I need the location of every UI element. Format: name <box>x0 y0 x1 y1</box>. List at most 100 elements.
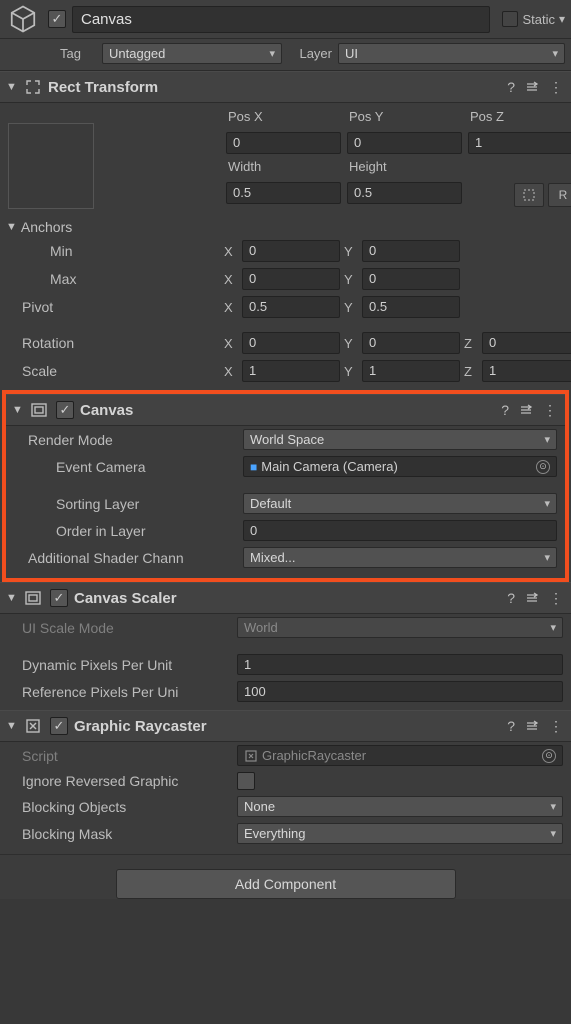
script-label: Script <box>8 748 233 764</box>
foldout-icon: ▼ <box>6 720 18 732</box>
reference-pixels-input[interactable]: 100 <box>237 681 563 702</box>
help-icon[interactable]: ? <box>507 718 515 734</box>
camera-icon: ■ <box>250 460 257 474</box>
script-row: Script GraphicRaycaster ⊙ <box>0 742 571 769</box>
posx-label: Pos X <box>226 109 341 130</box>
layer-dropdown[interactable]: UI▾ <box>338 43 565 64</box>
anchors-heading[interactable]: ▼Anchors <box>0 213 571 237</box>
tag-dropdown[interactable]: Untagged▾ <box>102 43 282 64</box>
preset-icon[interactable] <box>519 403 533 417</box>
additional-shader-row: Additional Shader Chann Mixed...▾ <box>6 544 565 578</box>
scale-x-input[interactable]: 1 <box>242 360 340 382</box>
preset-icon[interactable] <box>525 591 539 605</box>
object-picker-icon[interactable]: ⊙ <box>536 460 550 474</box>
preset-icon[interactable] <box>525 719 539 733</box>
static-dropdown-icon[interactable]: ▾ <box>559 12 565 26</box>
rotation-x-input[interactable]: 0 <box>242 332 340 354</box>
gameobject-enabled-checkbox[interactable] <box>48 10 66 28</box>
ui-scale-mode-label: UI Scale Mode <box>8 620 233 636</box>
scale-y-input[interactable]: 1 <box>362 360 460 382</box>
canvas-component-highlight: ▼ Canvas ? ⋮ Render Mode World Space▾ <box>2 390 569 582</box>
graphic-raycaster-header[interactable]: ▼ Graphic Raycaster ? ⋮ <box>0 710 571 742</box>
ui-scale-mode-row: UI Scale Mode World▾ <box>0 614 571 641</box>
graphic-raycaster-enabled-checkbox[interactable] <box>50 717 68 735</box>
anchor-min-y-input[interactable]: 0 <box>362 240 460 262</box>
rotation-z-input[interactable]: 0 <box>482 332 571 354</box>
pivot-x-input[interactable]: 0.5 <box>242 296 340 318</box>
width-label: Width <box>226 159 341 180</box>
scale-z-input[interactable]: 1 <box>482 360 571 382</box>
render-mode-dropdown[interactable]: World Space▾ <box>243 429 557 450</box>
additional-shader-label: Additional Shader Chann <box>14 550 239 566</box>
dynamic-pixels-row: Dynamic Pixels Per Unit 1 <box>0 651 571 678</box>
sorting-layer-row: Sorting Layer Default▾ <box>6 490 565 517</box>
tag-layer-row: Tag Untagged▾ Layer UI▾ <box>0 39 571 71</box>
rotation-y-input[interactable]: 0 <box>362 332 460 354</box>
static-checkbox[interactable] <box>502 11 518 27</box>
foldout-icon: ▼ <box>12 404 24 416</box>
rect-transform-header[interactable]: ▼ Rect Transform ? ⋮ <box>0 71 571 103</box>
blocking-mask-dropdown[interactable]: Everything▾ <box>237 823 563 844</box>
posz-input[interactable]: 1 <box>468 132 571 154</box>
posy-input[interactable]: 0 <box>347 132 462 154</box>
sorting-layer-dropdown[interactable]: Default▾ <box>243 493 557 514</box>
raw-edit-button[interactable]: R <box>548 183 571 207</box>
blocking-objects-label: Blocking Objects <box>8 799 233 815</box>
canvas-enabled-checkbox[interactable] <box>56 401 74 419</box>
anchors-min-label: Min <box>8 243 220 259</box>
kebab-menu-icon[interactable]: ⋮ <box>543 402 557 419</box>
blocking-mask-row: Blocking Mask Everything▾ <box>0 820 571 854</box>
sorting-layer-label: Sorting Layer <box>14 496 239 512</box>
pivot-y-input[interactable]: 0.5 <box>362 296 460 318</box>
canvas-scaler-header[interactable]: ▼ Canvas Scaler ? ⋮ <box>0 582 571 614</box>
foldout-icon: ▼ <box>6 81 18 93</box>
help-icon[interactable]: ? <box>501 402 509 418</box>
rect-transform-icon <box>24 78 42 96</box>
render-mode-row: Render Mode World Space▾ <box>6 426 565 453</box>
pivot-row: Pivot X 0.5 Y 0.5 <box>0 293 571 321</box>
kebab-menu-icon[interactable]: ⋮ <box>549 718 563 735</box>
canvas-scaler-enabled-checkbox[interactable] <box>50 589 68 607</box>
component-title: Graphic Raycaster <box>74 718 501 735</box>
scale-row: Scale X 1 Y 1 Z 1 <box>0 357 571 390</box>
event-camera-field[interactable]: ■ Main Camera (Camera) ⊙ <box>243 456 557 477</box>
rotation-row: Rotation X 0 Y 0 Z 0 <box>0 329 571 357</box>
ui-scale-mode-dropdown: World▾ <box>237 617 563 638</box>
order-in-layer-row: Order in Layer 0 <box>6 517 565 544</box>
render-mode-label: Render Mode <box>14 432 239 448</box>
reference-pixels-row: Reference Pixels Per Uni 100 <box>0 678 571 710</box>
anchor-min-x-input[interactable]: 0 <box>242 240 340 262</box>
order-in-layer-label: Order in Layer <box>14 523 239 539</box>
canvas-header[interactable]: ▼ Canvas ? ⋮ <box>6 394 565 426</box>
rotation-label: Rotation <box>8 335 220 351</box>
scale-label: Scale <box>8 363 220 379</box>
dynamic-pixels-input[interactable]: 1 <box>237 654 563 675</box>
width-input[interactable]: 0.5 <box>226 182 341 204</box>
pivot-label: Pivot <box>8 299 220 315</box>
blueprint-mode-button[interactable] <box>514 183 544 207</box>
additional-shader-dropdown[interactable]: Mixed...▾ <box>243 547 557 568</box>
height-label: Height <box>347 159 462 180</box>
help-icon[interactable]: ? <box>507 79 515 95</box>
gameobject-name-input[interactable]: Canvas <box>72 6 490 33</box>
blocking-objects-dropdown[interactable]: None▾ <box>237 796 563 817</box>
add-component-button[interactable]: Add Component <box>116 869 456 899</box>
order-in-layer-input[interactable]: 0 <box>243 520 557 541</box>
preset-icon[interactable] <box>525 80 539 94</box>
rect-transform-body: Pos X Pos Y Pos Z 0 0 1 Width Height 0.5… <box>0 103 571 213</box>
height-input[interactable]: 0.5 <box>347 182 462 204</box>
event-camera-row: Event Camera ■ Main Camera (Camera) ⊙ <box>6 453 565 480</box>
anchor-preset-button[interactable] <box>8 123 94 209</box>
ignore-reversed-row: Ignore Reversed Graphic <box>0 769 571 793</box>
posx-input[interactable]: 0 <box>226 132 341 154</box>
event-camera-label: Event Camera <box>14 459 239 475</box>
ignore-reversed-label: Ignore Reversed Graphic <box>8 773 233 789</box>
anchors-max-row: Max X 0 Y 0 <box>0 265 571 293</box>
kebab-menu-icon[interactable]: ⋮ <box>549 590 563 607</box>
anchor-max-y-input[interactable]: 0 <box>362 268 460 290</box>
help-icon[interactable]: ? <box>507 590 515 606</box>
anchor-max-x-input[interactable]: 0 <box>242 268 340 290</box>
kebab-menu-icon[interactable]: ⋮ <box>549 79 563 96</box>
graphic-raycaster-icon <box>24 717 44 735</box>
ignore-reversed-checkbox[interactable] <box>237 772 255 790</box>
